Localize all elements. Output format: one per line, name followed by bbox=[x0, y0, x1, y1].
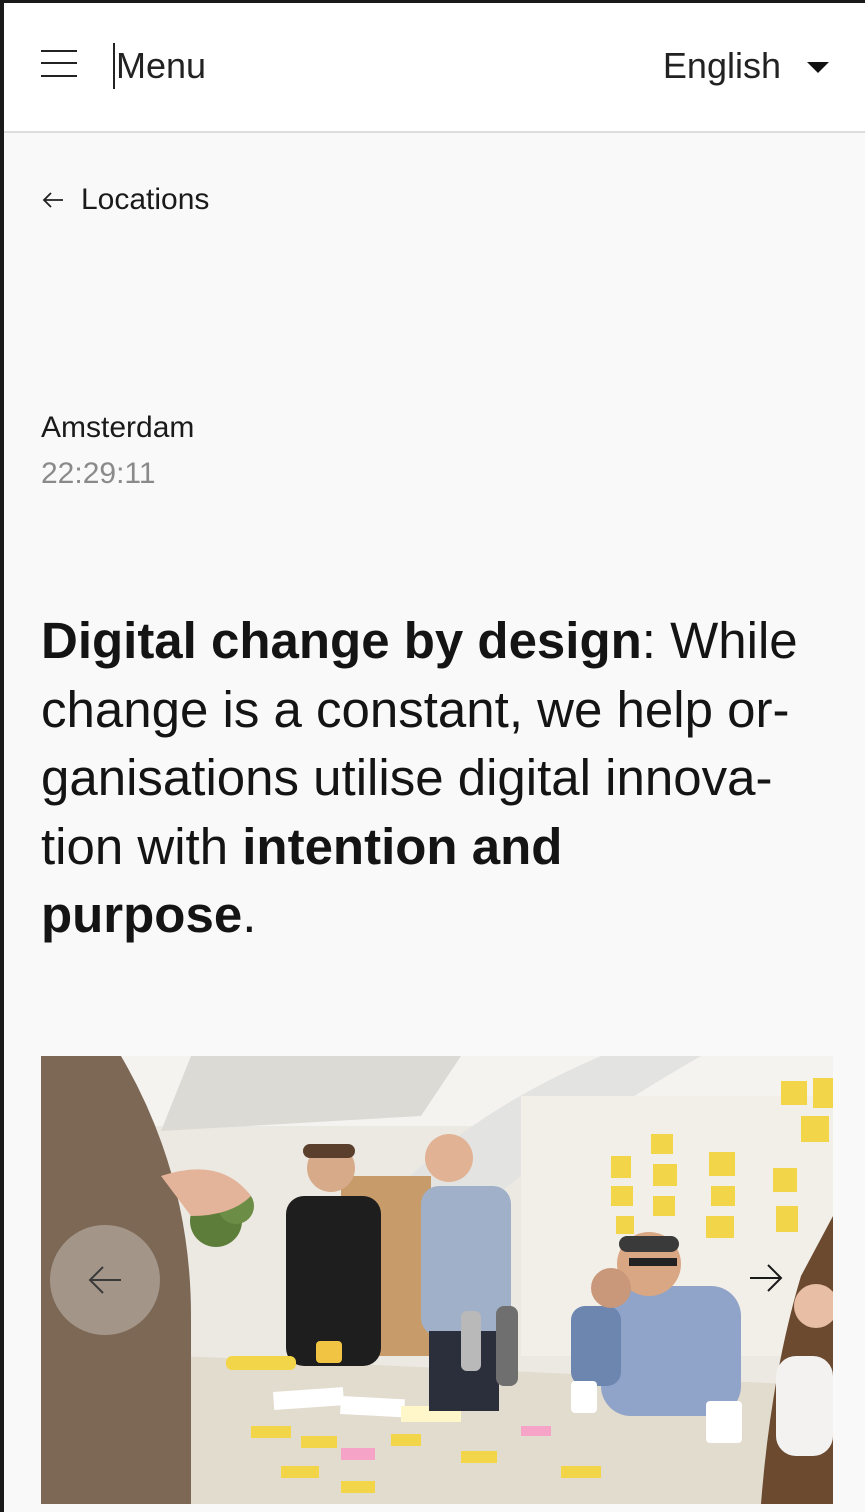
headline-bold-1: Digital change by design bbox=[41, 612, 642, 669]
language-selector[interactable]: English bbox=[663, 44, 829, 88]
back-link[interactable]: Locations bbox=[41, 181, 209, 219]
page-frame: Menu English Locations Amsterdam 22:29:1… bbox=[0, 0, 865, 1512]
arrow-right-icon bbox=[750, 1264, 783, 1292]
text-cursor bbox=[113, 43, 115, 89]
carousel-prev-button[interactable] bbox=[50, 1225, 160, 1335]
hero-headline: Digital change by design: While change i… bbox=[41, 607, 841, 950]
headline-bold-3: purpose bbox=[41, 886, 243, 943]
headline-text-3: ganisations utilise digital innova- bbox=[41, 749, 773, 806]
location-city: Amsterdam bbox=[41, 411, 195, 444]
headline-text-1: : While bbox=[641, 612, 798, 669]
location-time: 22:29:11 bbox=[41, 457, 156, 490]
headline-text-4: tion with bbox=[41, 817, 243, 875]
headline-text-2: change is a constant, we help or- bbox=[41, 680, 790, 738]
carousel-next-button[interactable] bbox=[736, 1248, 796, 1308]
headline-text-5: . bbox=[242, 886, 257, 943]
arrow-left-icon bbox=[42, 192, 63, 208]
top-bar: Menu English bbox=[4, 3, 865, 133]
hamburger-icon[interactable] bbox=[41, 48, 77, 78]
back-link-label: Locations bbox=[81, 183, 210, 216]
caret-down-icon bbox=[807, 61, 829, 73]
headline-bold-2: intention and bbox=[242, 817, 563, 875]
language-label: English bbox=[662, 45, 781, 86]
menu-button[interactable]: Menu bbox=[116, 44, 206, 88]
arrow-left-icon bbox=[88, 1266, 121, 1294]
